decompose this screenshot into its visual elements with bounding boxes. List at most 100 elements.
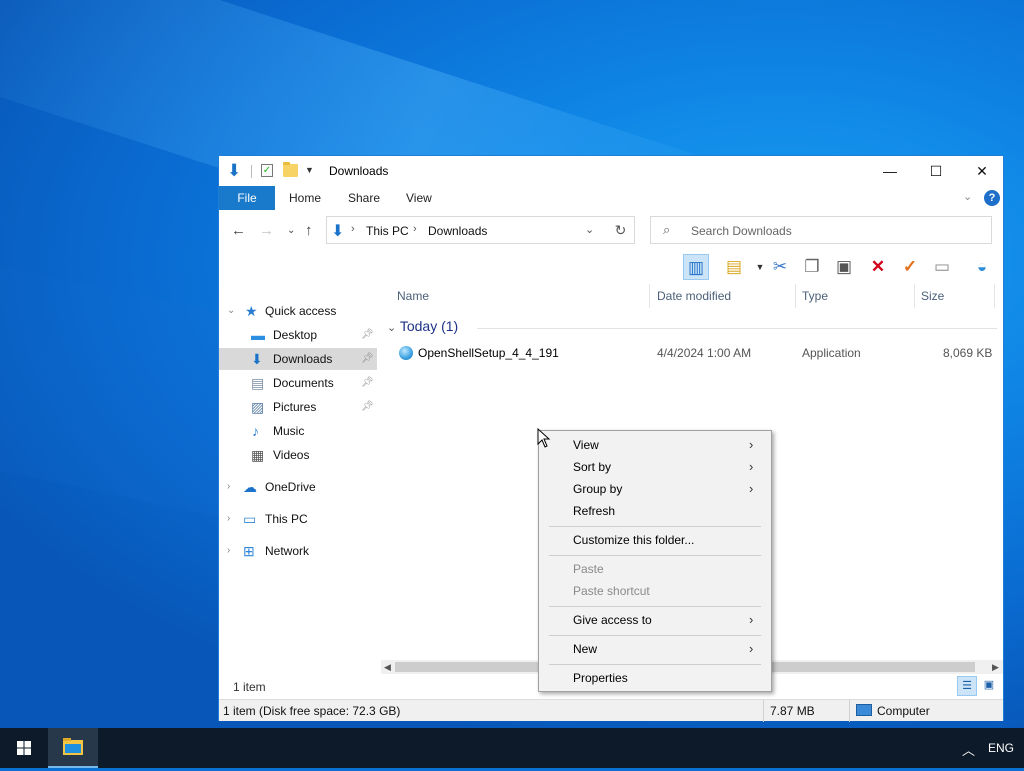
tab-view[interactable]: View bbox=[406, 186, 432, 210]
menu-item-new[interactable]: New › bbox=[539, 638, 771, 660]
pin-icon[interactable]: 📌︎ bbox=[361, 372, 374, 394]
pin-icon[interactable]: 📌︎ bbox=[361, 348, 374, 370]
tab-file[interactable]: File bbox=[219, 186, 275, 210]
expand-ribbon-chevron-icon[interactable]: ⌄ bbox=[963, 190, 972, 203]
menu-item-view[interactable]: View › bbox=[539, 434, 771, 456]
open-shell-icon[interactable]: ◒ bbox=[969, 254, 995, 280]
address-history-chevron-icon[interactable]: ⌄ bbox=[585, 223, 594, 236]
column-divider[interactable] bbox=[994, 284, 995, 308]
menu-item-sort-by[interactable]: Sort by › bbox=[539, 456, 771, 478]
breadcrumb-this-pc[interactable]: This PC bbox=[366, 224, 409, 238]
scroll-left-arrow-icon[interactable]: ◀ bbox=[384, 660, 391, 674]
address-bar[interactable]: ⬇ › This PC › Downloads ⌄ bbox=[326, 216, 635, 244]
network-icon: ⊞ bbox=[243, 543, 255, 559]
status-divider bbox=[763, 700, 764, 722]
minimize-button[interactable]: — bbox=[867, 156, 913, 186]
nav-pictures[interactable]: ▨ Pictures 📌︎ bbox=[219, 396, 377, 418]
nav-label: Documents bbox=[273, 376, 334, 390]
nav-onedrive[interactable]: › ☁ OneDrive bbox=[219, 476, 377, 498]
file-name: OpenShellSetup_4_4_191 bbox=[418, 346, 559, 360]
command-toolbar: ▥ ▤ ▼ ✂ ❐ ▣ ✕ ✓ ▭ ◒ bbox=[681, 252, 1003, 282]
large-icons-view-icon[interactable]: ▣ bbox=[979, 676, 999, 696]
breadcrumb-separator-icon[interactable]: › bbox=[413, 223, 417, 235]
up-arrow-icon[interactable]: ↑ bbox=[305, 222, 313, 239]
tab-home[interactable]: Home bbox=[289, 186, 321, 210]
column-header-date-modified[interactable]: Date modified bbox=[657, 282, 731, 310]
ribbon-tabs: File Home Share View ⌄ ? bbox=[219, 186, 1003, 210]
nav-quick-access[interactable]: ⌄ ★ Quick access bbox=[219, 300, 377, 322]
collapse-chevron-icon[interactable]: ⌄ bbox=[227, 300, 235, 322]
column-divider[interactable] bbox=[914, 284, 915, 308]
pin-icon[interactable]: 📌︎ bbox=[361, 396, 374, 418]
rename-field-icon[interactable]: ▭ bbox=[929, 254, 955, 280]
menu-item-refresh[interactable]: Refresh bbox=[539, 500, 771, 522]
nav-videos[interactable]: ▦ Videos bbox=[219, 444, 377, 466]
column-header-size[interactable]: Size bbox=[921, 282, 944, 310]
input-language[interactable]: ENG bbox=[988, 741, 1014, 755]
nav-this-pc[interactable]: › ▭ This PC bbox=[219, 508, 377, 530]
pin-icon[interactable]: 📌︎ bbox=[361, 324, 374, 346]
scroll-right-arrow-icon[interactable]: ▶ bbox=[992, 660, 999, 674]
taskbar-file-explorer[interactable] bbox=[48, 728, 98, 768]
submenu-chevron-icon: › bbox=[749, 459, 754, 474]
breadcrumb-downloads[interactable]: Downloads bbox=[428, 224, 487, 238]
recent-locations-chevron-icon[interactable]: ⌄ bbox=[287, 225, 295, 236]
menu-item-group-by[interactable]: Group by › bbox=[539, 478, 771, 500]
expand-chevron-icon[interactable]: › bbox=[227, 540, 230, 562]
menu-item-label: Paste shortcut bbox=[573, 584, 650, 598]
maximize-button[interactable]: ☐ bbox=[913, 156, 959, 186]
copy-icon[interactable]: ❐ bbox=[799, 254, 825, 280]
nav-label: Videos bbox=[273, 448, 310, 462]
menu-item-label: Sort by bbox=[573, 460, 612, 474]
column-header-name[interactable]: Name bbox=[397, 282, 429, 310]
properties-quick-icon[interactable]: ✓ bbox=[261, 164, 273, 177]
group-collapse-chevron-icon[interactable]: ⌄ bbox=[387, 322, 396, 334]
customize-quick-access-chevron-icon[interactable]: ▼ bbox=[305, 165, 314, 175]
nav-label: Music bbox=[273, 424, 305, 438]
nav-label: Network bbox=[265, 544, 310, 558]
navigation-bar: ← → ⌄ ↑ ⬇ › This PC › Downloads ⌄ ↻ ⌕ Se… bbox=[219, 212, 1003, 248]
breadcrumb-separator-icon[interactable]: › bbox=[351, 223, 355, 235]
column-divider[interactable] bbox=[649, 284, 650, 308]
menu-item-label: Group by bbox=[573, 482, 623, 496]
menu-item-properties[interactable]: Properties bbox=[539, 667, 771, 689]
paste-icon[interactable]: ▣ bbox=[831, 254, 857, 280]
new-folder-quick-icon[interactable] bbox=[283, 162, 298, 177]
menu-item-customize-folder[interactable]: Customize this folder... bbox=[539, 529, 771, 551]
nav-label: Desktop bbox=[273, 328, 318, 342]
search-box[interactable]: ⌕ Search Downloads bbox=[650, 216, 992, 244]
column-divider[interactable] bbox=[795, 284, 796, 308]
back-arrow-icon[interactable]: ← bbox=[231, 222, 246, 239]
nav-music[interactable]: ♪ Music bbox=[219, 420, 377, 442]
group-header[interactable]: ⌄ Today (1) bbox=[387, 318, 458, 334]
menu-separator bbox=[549, 526, 761, 527]
forward-arrow-icon[interactable]: → bbox=[259, 222, 274, 239]
help-icon[interactable]: ? bbox=[984, 190, 1000, 206]
nav-network[interactable]: › ⊞ Network bbox=[219, 540, 377, 562]
item-count: 1 item bbox=[233, 680, 266, 694]
start-button[interactable] bbox=[0, 728, 48, 768]
expand-chevron-icon[interactable]: › bbox=[227, 476, 230, 498]
menu-item-give-access-to[interactable]: Give access to › bbox=[539, 609, 771, 631]
menu-item-label: Properties bbox=[573, 671, 628, 685]
show-hidden-icons-chevron-icon[interactable]: ︿ bbox=[962, 740, 975, 759]
tab-share[interactable]: Share bbox=[348, 186, 380, 210]
downloads-arrow-icon[interactable]: ⬇ bbox=[227, 162, 243, 180]
group-label: Today (1) bbox=[399, 318, 459, 334]
rename-check-icon[interactable]: ✓ bbox=[897, 254, 923, 280]
nav-downloads[interactable]: ⬇ Downloads 📌︎ bbox=[219, 348, 377, 370]
preview-pane-icon[interactable]: ▥ bbox=[683, 254, 709, 280]
refresh-button[interactable]: ↻ bbox=[607, 216, 635, 244]
close-button[interactable]: ✕ bbox=[959, 156, 1005, 186]
properties-icon[interactable]: ▤ bbox=[721, 254, 747, 280]
delete-icon[interactable]: ✕ bbox=[865, 254, 891, 280]
nav-desktop[interactable]: ▬ Desktop 📌︎ bbox=[219, 324, 377, 346]
column-header-type[interactable]: Type bbox=[802, 282, 828, 310]
cut-icon[interactable]: ✂ bbox=[767, 254, 793, 280]
downloads-icon: ⬇ bbox=[251, 351, 263, 367]
nav-documents[interactable]: ▤ Documents 📌︎ bbox=[219, 372, 377, 394]
details-view-icon[interactable]: ☰ bbox=[957, 676, 977, 696]
file-row[interactable]: OpenShellSetup_4_4_191 4/4/2024 1:00 AM … bbox=[381, 342, 1001, 364]
expand-chevron-icon[interactable]: › bbox=[227, 508, 230, 530]
menu-item-label: Refresh bbox=[573, 504, 616, 518]
